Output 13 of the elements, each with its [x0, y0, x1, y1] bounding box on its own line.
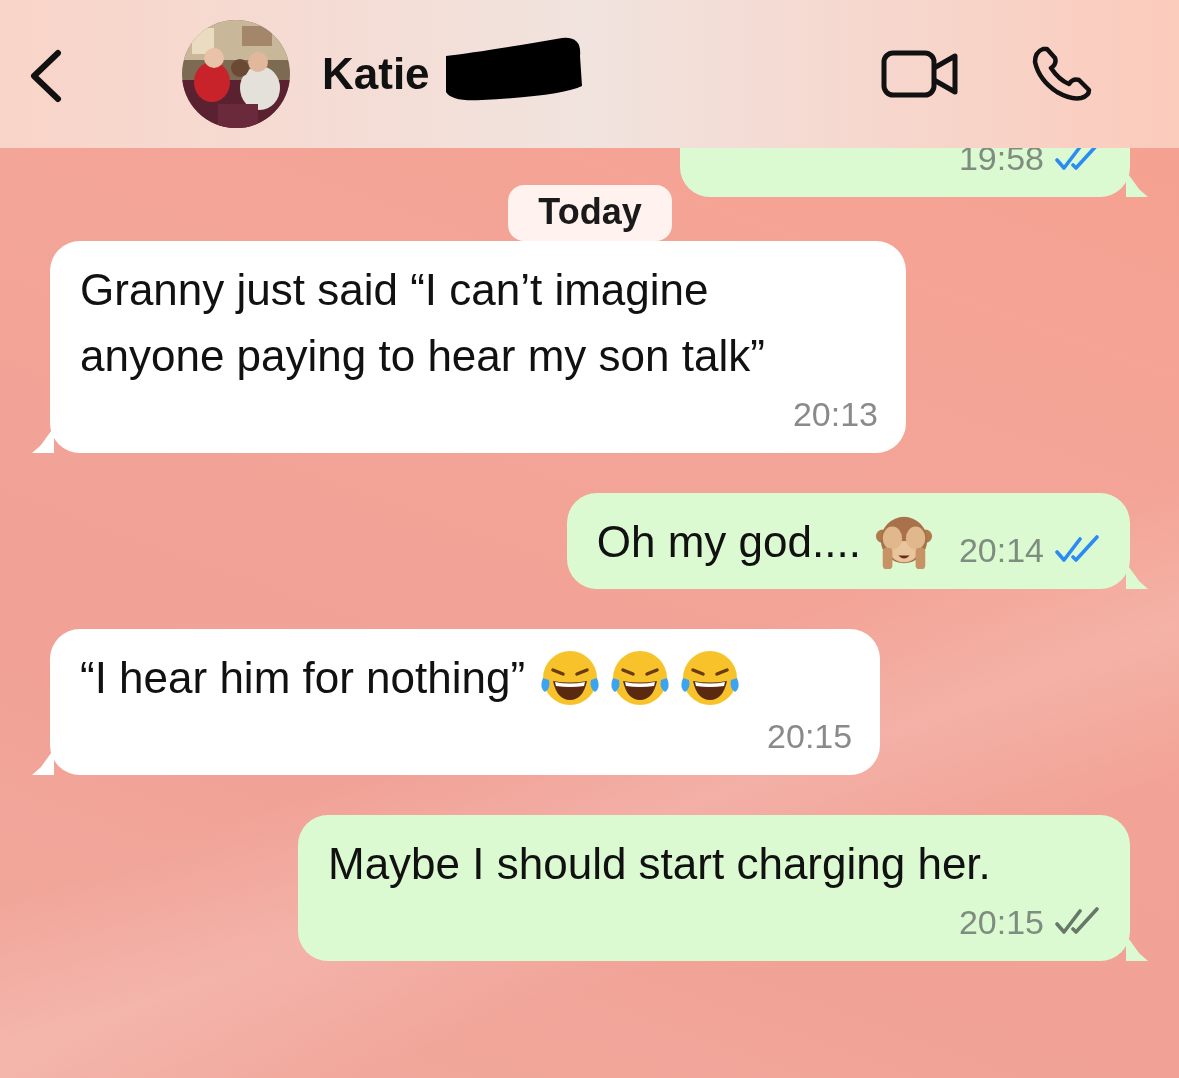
message-text: “I hear him for nothing” [80, 652, 526, 704]
video-call-icon[interactable] [881, 48, 959, 100]
message-time: 20:15 [767, 716, 853, 757]
back-icon[interactable] [28, 49, 64, 103]
message-time: 20:14 [958, 530, 1044, 571]
date-label: Today [508, 185, 672, 241]
message-time: 20:13 [792, 394, 878, 435]
message-time: 19:58 [958, 138, 1044, 179]
message-text: Oh my god.... [596, 516, 861, 568]
message-text: Granny just said “I can’t imagine anyone paying to hear my son talk” [80, 264, 766, 382]
contact-name[interactable]: Katie [322, 49, 430, 99]
message-time: 20:15 [958, 902, 1044, 943]
message-text: Maybe I should start charging her. [328, 838, 991, 890]
